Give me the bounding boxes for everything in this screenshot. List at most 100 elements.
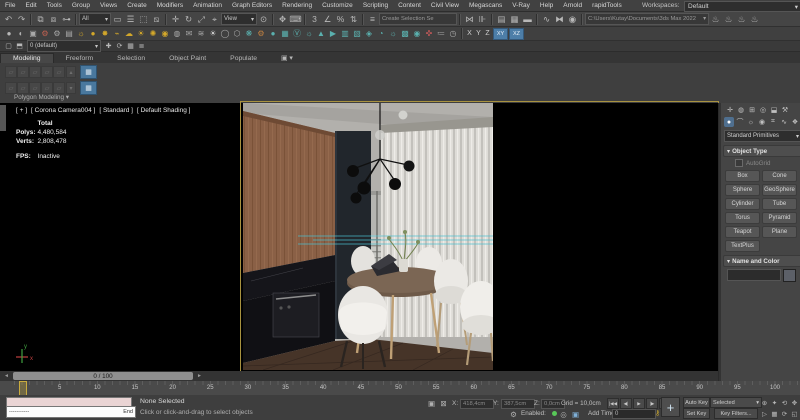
pan-icon[interactable]: ▷ bbox=[760, 409, 769, 418]
clock-icon[interactable]: ◷ bbox=[447, 28, 459, 40]
vray-cone-icon[interactable]: ▲ bbox=[315, 28, 327, 40]
curve-editor-icon[interactable]: ∿ bbox=[540, 13, 553, 25]
primitives-dropdown[interactable]: Standard Primitives ▾ bbox=[724, 130, 800, 142]
select-scale-icon[interactable]: ⤢ bbox=[195, 13, 208, 25]
unlink-icon[interactable]: ⧈ bbox=[47, 13, 60, 25]
list-icon[interactable]: ≔ bbox=[435, 28, 447, 40]
tab-selection[interactable]: Selection bbox=[105, 54, 157, 63]
vray-grid-icon[interactable]: ▦ bbox=[279, 28, 291, 40]
zoom-icon[interactable]: ⊕ bbox=[760, 398, 769, 407]
menu-group[interactable]: Group bbox=[67, 2, 95, 9]
menu-file[interactable]: File bbox=[0, 2, 20, 9]
set-key-button[interactable]: Set Key bbox=[683, 408, 710, 419]
prev-key-button[interactable]: ◀| bbox=[620, 398, 632, 409]
angle-snap-icon[interactable]: ∠ bbox=[321, 13, 334, 25]
axis-constraint-z[interactable]: Z bbox=[483, 30, 492, 37]
current-frame-field[interactable]: 0 bbox=[612, 409, 656, 419]
go-start-button[interactable]: |◀◀ bbox=[607, 398, 619, 409]
track-bar[interactable]: 5101520253035404550556065707580859095100 bbox=[0, 381, 800, 396]
lights-category[interactable]: ☼ bbox=[746, 117, 756, 127]
marker-icon[interactable]: ✜ bbox=[423, 28, 435, 40]
create-layer-icon[interactable]: ✚ bbox=[103, 42, 114, 51]
object-type-torus[interactable]: Torus bbox=[725, 212, 760, 224]
menu-rendering[interactable]: Rendering bbox=[277, 2, 317, 9]
displace-icon[interactable]: ≋ bbox=[195, 28, 207, 40]
hierarchy-tab[interactable]: ⊞ bbox=[747, 105, 757, 115]
light-sun-icon[interactable]: ☀ bbox=[135, 28, 147, 40]
scatter-icon[interactable]: ◍ bbox=[171, 28, 183, 40]
layer-dropdown[interactable]: 0 (default) ▾ bbox=[27, 40, 101, 52]
corona-camera-icon[interactable]: ▣ bbox=[27, 28, 39, 40]
tab-populate[interactable]: Populate bbox=[218, 54, 269, 63]
select-layer-objects-icon[interactable]: ▦ bbox=[125, 42, 136, 51]
select-region-icon[interactable]: ⬚ bbox=[137, 13, 150, 25]
viewport-menu-shading[interactable]: [ Default Shading ] bbox=[137, 107, 190, 114]
zoom-extents-icon[interactable]: ⟲ bbox=[780, 398, 789, 407]
object-type-tube[interactable]: Tube bbox=[762, 198, 797, 210]
object-type-box[interactable]: Box bbox=[725, 170, 760, 182]
layer-props-icon[interactable]: ≣ bbox=[136, 42, 147, 51]
proxy-icon[interactable]: ✉ bbox=[183, 28, 195, 40]
menu-arnold[interactable]: Arnold bbox=[558, 2, 587, 9]
autogrid-checkbox[interactable]: AutoGrid bbox=[735, 159, 770, 167]
isolate-selection-icon[interactable]: ▣ bbox=[426, 398, 437, 408]
polygon-modeling-button[interactable]: ▱ bbox=[53, 82, 65, 94]
ribbon-mini-button[interactable]: ▾ bbox=[66, 82, 76, 94]
schematic-view-icon[interactable]: ⧓ bbox=[553, 13, 566, 25]
modify-tab[interactable]: ◍ bbox=[736, 105, 746, 115]
axis-constraint-x[interactable]: X bbox=[465, 30, 474, 37]
select-move-icon[interactable]: ✛ bbox=[169, 13, 182, 25]
menu-megascans[interactable]: Megascans bbox=[464, 2, 507, 9]
render-setup-icon[interactable]: ♨ bbox=[709, 13, 722, 25]
window-crossing-icon[interactable]: ⧅ bbox=[150, 13, 163, 25]
select-place-icon[interactable]: ⌖ bbox=[208, 13, 221, 25]
menu-customize[interactable]: Customize bbox=[317, 2, 358, 9]
create-key-button[interactable]: + bbox=[661, 397, 680, 417]
vray-gem-icon[interactable]: ◈ bbox=[363, 28, 375, 40]
polygon-modeling-button[interactable]: ▱ bbox=[5, 82, 17, 94]
tab-modeling[interactable]: Modeling bbox=[0, 53, 54, 63]
systems-category[interactable]: ❖ bbox=[790, 117, 800, 127]
polygon-modeling-button[interactable]: ▱ bbox=[53, 66, 65, 78]
named-selection-set-field[interactable]: Create Selection Se bbox=[379, 13, 457, 25]
vray-tiles-icon[interactable]: ▩ bbox=[399, 28, 411, 40]
ribbon-highlight-button-1[interactable]: ▦ bbox=[80, 65, 97, 79]
use-pivot-icon[interactable]: ⊙ bbox=[257, 13, 270, 25]
menu-edit[interactable]: Edit bbox=[20, 2, 41, 9]
viewport-menu-renderer[interactable]: [ Standard ] bbox=[99, 107, 133, 114]
menu-v-ray[interactable]: V-Ray bbox=[507, 2, 535, 9]
scene-explorer-icon[interactable]: ▦ bbox=[508, 13, 521, 25]
light-sphere-icon[interactable]: ● bbox=[87, 28, 99, 40]
add-to-layer-icon[interactable]: ⟳ bbox=[114, 42, 125, 51]
cameras-category[interactable]: ◉ bbox=[757, 117, 767, 127]
viewport-layout-tab[interactable] bbox=[0, 105, 6, 131]
object-type-rollout[interactable]: ▾ Object Type bbox=[723, 145, 800, 157]
orbit-icon[interactable]: ⟳ bbox=[780, 409, 789, 418]
shortcut-toggle-icon[interactable]: ▣ bbox=[570, 409, 581, 419]
vray-bulb-icon[interactable]: ☼ bbox=[387, 28, 399, 40]
polygon-modeling-button[interactable]: ▱ bbox=[29, 82, 41, 94]
menu-modifiers[interactable]: Modifiers bbox=[152, 2, 188, 9]
tab-freeform[interactable]: Freeform bbox=[54, 54, 106, 63]
layer-list-icon[interactable]: ⬒ bbox=[14, 42, 25, 51]
viewport[interactable]: [ + ] [ Corona Camera004 ] [ Standard ] … bbox=[0, 103, 718, 371]
menu-create[interactable]: Create bbox=[122, 2, 152, 9]
key-filters-button[interactable]: Key Filters... bbox=[714, 408, 758, 419]
select-rotate-icon[interactable]: ↻ bbox=[182, 13, 195, 25]
auto-key-button[interactable]: Auto Key bbox=[683, 397, 710, 408]
polygon-modeling-button[interactable]: ▱ bbox=[17, 66, 29, 78]
vray-logo-icon[interactable]: Ⓥ bbox=[291, 28, 303, 40]
selection-filter-dropdown[interactable]: All▾ bbox=[79, 13, 111, 25]
menu-views[interactable]: Views bbox=[95, 2, 122, 9]
tab-object-paint[interactable]: Object Paint bbox=[157, 54, 218, 63]
maximize-viewport-icon[interactable]: ◱ bbox=[790, 409, 799, 418]
menu-help[interactable]: Help bbox=[535, 2, 558, 9]
reference-coordinate-dropdown[interactable]: View▾ bbox=[221, 13, 257, 25]
menu-tools[interactable]: Tools bbox=[42, 2, 67, 9]
mirror-icon[interactable]: ⋈ bbox=[463, 13, 476, 25]
object-type-plane[interactable]: Plane bbox=[762, 226, 797, 238]
key-selection-dropdown[interactable]: Selected▾ bbox=[710, 397, 762, 408]
hex-icon[interactable]: ⬡ bbox=[231, 28, 243, 40]
walk-icon[interactable]: ▦ bbox=[770, 409, 779, 418]
object-type-geosphere[interactable]: GeoSphere bbox=[762, 184, 797, 196]
